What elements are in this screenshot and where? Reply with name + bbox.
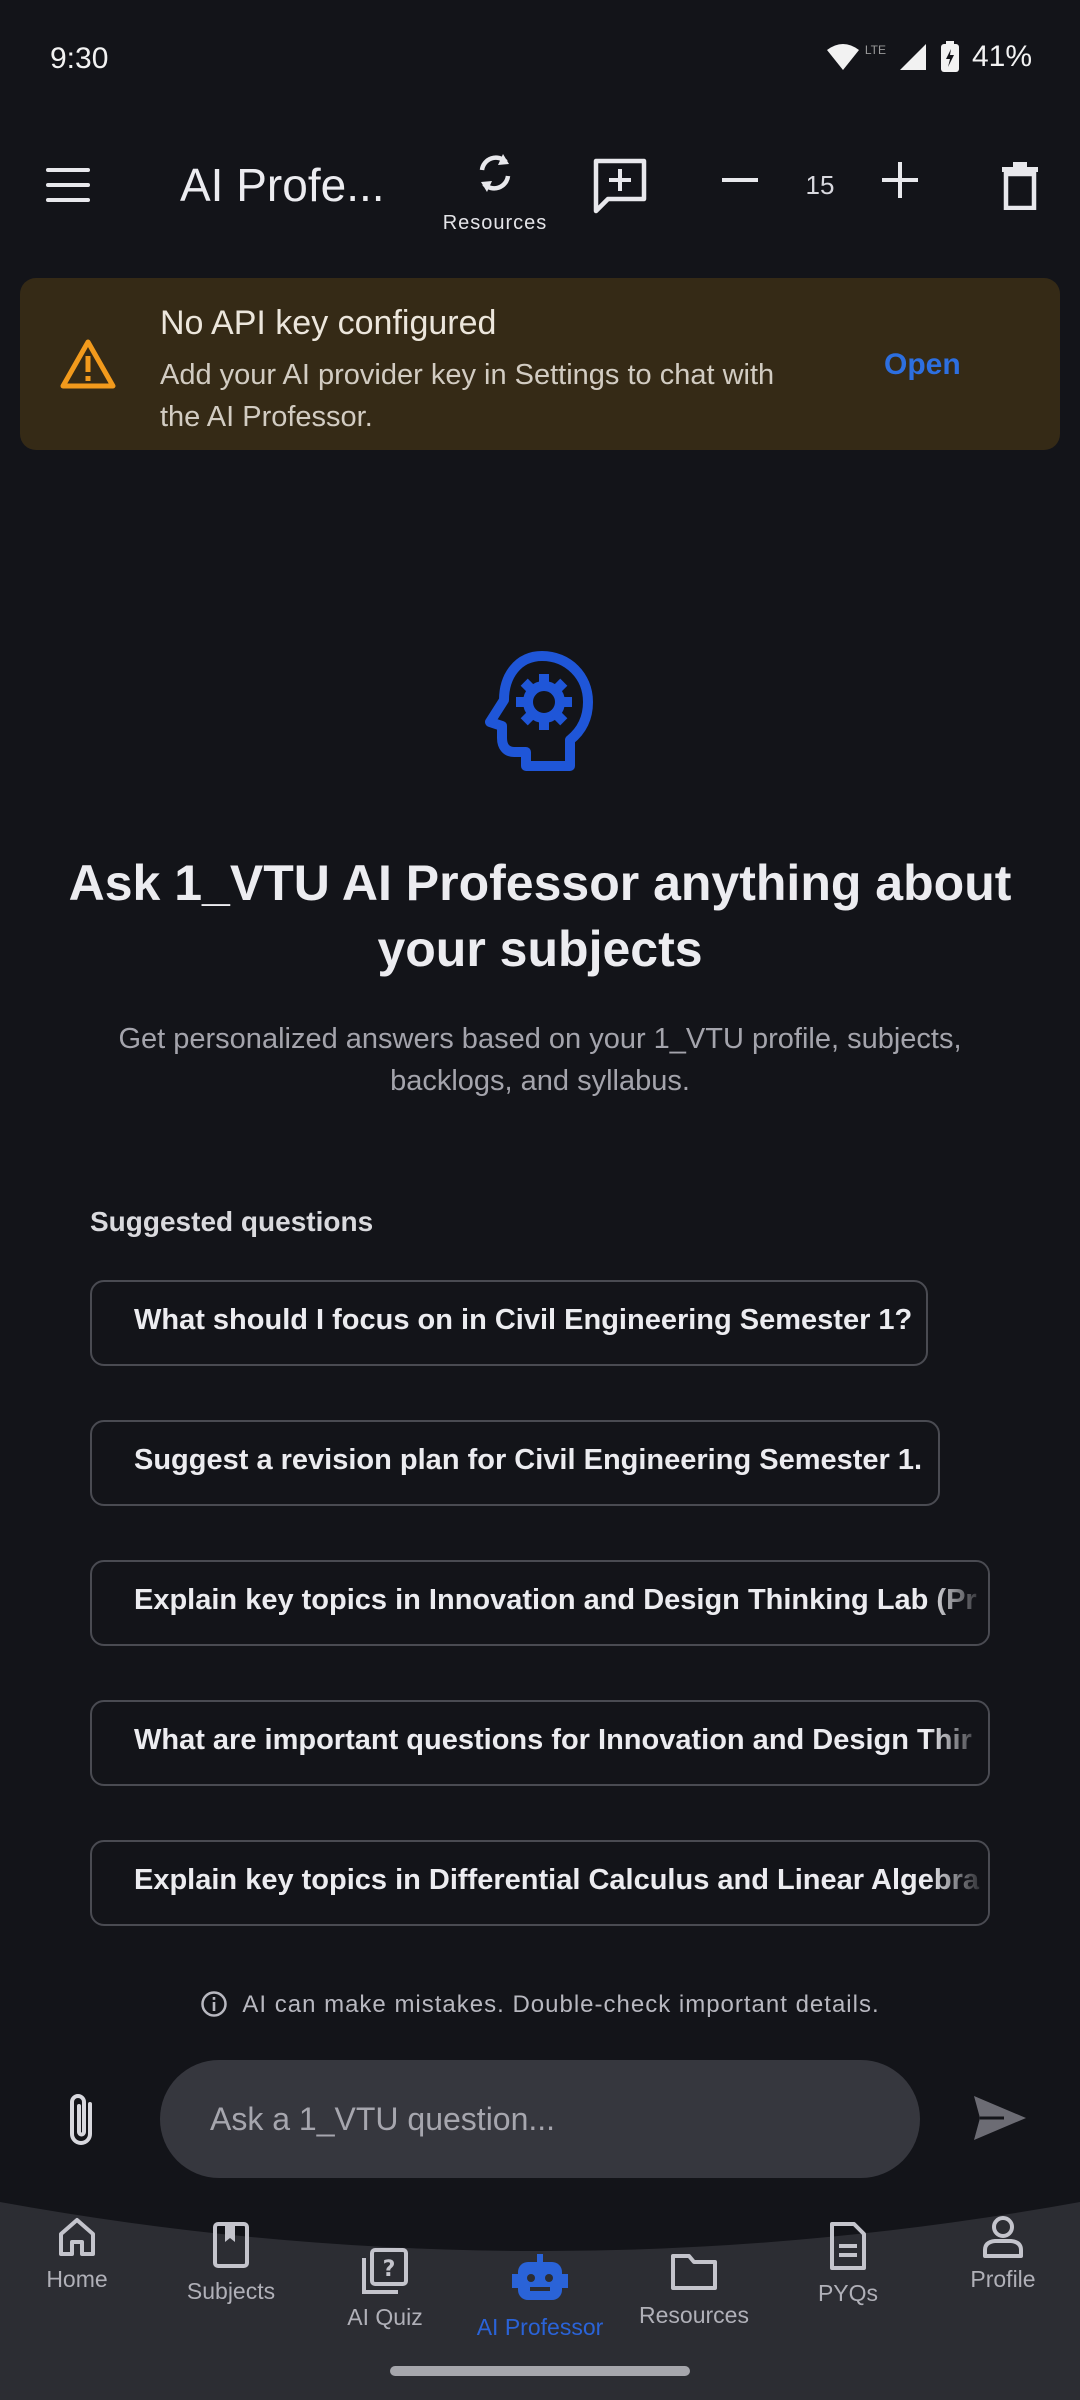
warning-icon <box>60 339 116 389</box>
plus-icon[interactable] <box>880 160 920 200</box>
suggested-question-chip[interactable]: Suggest a revision plan for Civil Engine… <box>90 1420 940 1506</box>
suggested-question-text: Explain key topics in Differential Calcu… <box>134 1864 979 1896</box>
nav-item-ai-professor[interactable]: AI Professor <box>455 2252 625 2341</box>
question-input[interactable] <box>160 2060 920 2178</box>
suggested-question-text: What are important questions for Innovat… <box>134 1724 972 1756</box>
suggested-question-text: What should I focus on in Civil Engineer… <box>134 1304 913 1336</box>
document-icon <box>830 2222 866 2270</box>
font-size-value: 15 <box>805 170 835 200</box>
chip-fade <box>928 1562 988 1644</box>
resources-label: Resources <box>442 212 548 234</box>
network-badge: LTE <box>864 43 886 57</box>
nav-item-subjects[interactable]: Subjects <box>146 2220 316 2305</box>
status-icons: LTE 41% <box>825 40 1032 74</box>
nav-item-profile[interactable]: Profile <box>918 2214 1080 2293</box>
battery-level: 41% <box>971 40 1032 73</box>
nav-item-ai-quiz[interactable]: ? AI Quiz <box>300 2246 470 2331</box>
status-bar: 9:30 LTE 41% <box>0 0 1080 120</box>
minus-icon[interactable] <box>720 160 760 200</box>
status-time: 9:30 <box>50 42 109 75</box>
hero-title: Ask 1_VTU AI Professor anything about yo… <box>68 855 1012 977</box>
hero-subtitle: Get personalized answers based on your 1… <box>118 1023 962 1097</box>
nav-label-profile: Profile <box>970 2266 1036 2292</box>
nav-label-resources: Resources <box>639 2302 749 2328</box>
cell-signal-icon <box>899 44 926 70</box>
menu-icon[interactable] <box>40 160 100 210</box>
nav-label-subjects: Subjects <box>186 2278 276 2304</box>
nav-label-pyqs: PYQs <box>817 2280 879 2306</box>
nav-label-ai-professor: AI Professor <box>476 2314 604 2340</box>
banner-message: Add your AI provider key in Settings to … <box>160 359 775 433</box>
nav-item-pyqs[interactable]: PYQs <box>763 2220 933 2307</box>
new-chat-icon[interactable] <box>590 155 650 215</box>
nav-label-home: Home <box>46 2266 108 2292</box>
suggested-questions-heading: Suggested questions <box>90 1206 374 1237</box>
nav-item-home[interactable]: Home <box>0 2214 162 2293</box>
wifi-icon <box>826 44 859 70</box>
app-bar: AI Profe... Resources 15 <box>0 130 1080 240</box>
suggested-question-chip[interactable]: What are important questions for Innovat… <box>90 1700 990 1786</box>
chip-fade <box>928 1842 988 1924</box>
robot-icon <box>512 2254 568 2300</box>
suggested-question-chip[interactable]: What should I focus on in Civil Engineer… <box>90 1280 928 1366</box>
quiz-icon: ? <box>362 2248 408 2294</box>
suggested-question-chip[interactable]: Explain key topics in Innovation and Des… <box>90 1560 990 1646</box>
banner-title: No API key configured <box>160 304 497 342</box>
send-icon[interactable] <box>970 2092 1030 2144</box>
svg-text:?: ? <box>383 2257 396 2282</box>
trash-icon[interactable] <box>1000 160 1040 210</box>
folder-icon <box>671 2254 717 2290</box>
open-settings-button[interactable]: Open <box>884 348 961 382</box>
suggested-question-text: Suggest a revision plan for Civil Engine… <box>134 1444 923 1476</box>
home-icon <box>59 2218 95 2256</box>
gesture-home-bar[interactable] <box>390 2366 690 2376</box>
attach-icon[interactable] <box>60 2090 102 2152</box>
book-icon <box>213 2222 249 2268</box>
disclaimer-text: AI can make mistakes. Double-check impor… <box>242 1991 880 2018</box>
ai-disclaimer: AI can make mistakes. Double-check impor… <box>0 1990 1080 2019</box>
suggested-question-text: Explain key topics in Innovation and Des… <box>134 1584 977 1616</box>
suggested-question-chip[interactable]: Explain key topics in Differential Calcu… <box>90 1840 990 1926</box>
refresh-icon <box>479 154 511 192</box>
resources-sync-button[interactable]: Resources <box>430 140 560 240</box>
chip-fade <box>928 1702 988 1784</box>
person-icon <box>983 2216 1023 2258</box>
page-title: AI Profe... <box>180 159 385 211</box>
ai-professor-head-icon <box>485 651 593 771</box>
api-key-warning-banner: No API key configured Add your AI provid… <box>20 278 1060 450</box>
info-icon <box>201 1991 228 2017</box>
nav-label-ai-quiz: AI Quiz <box>347 2304 423 2330</box>
battery-icon <box>940 41 959 72</box>
nav-item-resources[interactable]: Resources <box>609 2248 779 2329</box>
